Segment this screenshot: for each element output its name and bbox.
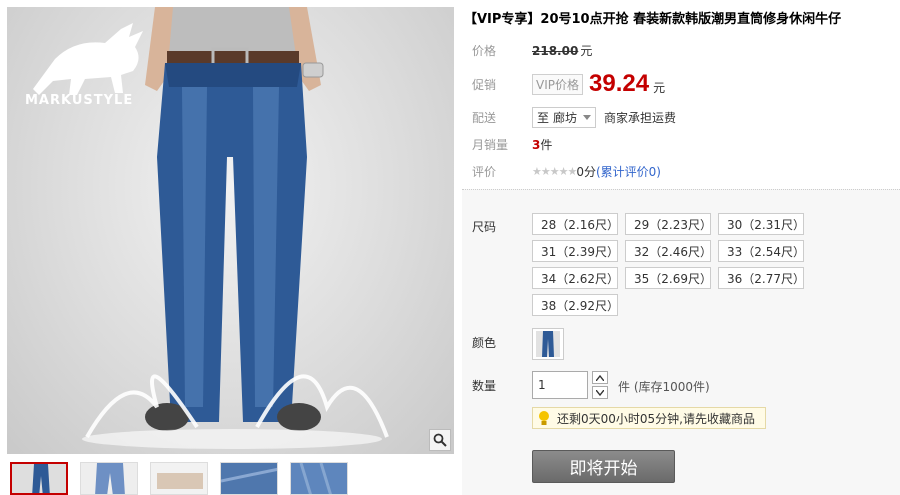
original-price: 218.00 (532, 43, 579, 58)
size-option[interactable]: 32（2.46尺） (625, 240, 712, 262)
rating-label: 评价 (472, 165, 497, 179)
promo-row: 促销 VIP价格 39.24 元 (472, 70, 665, 98)
product-title: 【VIP专享】20号10点开抢 春装新款韩版潮男直筒修身休闲牛仔 (464, 12, 842, 27)
monthly-sales-row: 月销量 3 件 (472, 136, 552, 153)
rating-score: 0分 (576, 165, 596, 179)
size-label: 尺码 (472, 220, 497, 234)
coming-soon-button[interactable]: 即将开始 (532, 450, 675, 483)
promo-label: 促销 (472, 77, 497, 92)
monthly-sales-label: 月销量 (472, 138, 509, 152)
color-swatch-blue-jeans[interactable] (532, 328, 564, 360)
price-label: 价格 (472, 44, 497, 58)
countdown-text: 还剩0天00小时05分钟,请先收藏商品 (557, 411, 755, 426)
vip-price-tag: VIP价格 (532, 73, 583, 95)
thumbnail-4[interactable] (220, 462, 278, 495)
size-option[interactable]: 38（2.92尺） (532, 294, 619, 316)
delivery-label: 配送 (472, 111, 497, 125)
shipping-note: 商家承担运费 (604, 111, 677, 125)
promo-price: 39.24 (589, 70, 650, 97)
lightbulb-icon (539, 411, 549, 425)
thumbnail-3[interactable] (150, 462, 208, 495)
brand-name: MARKUSTYLE (25, 93, 134, 108)
monthly-sales-value: 3 (532, 137, 541, 152)
jeans-thumbnail-icon (536, 331, 560, 357)
quantity-decrease-button[interactable] (592, 386, 608, 399)
thumbnail-1[interactable] (10, 462, 68, 495)
thumbnail-5[interactable] (290, 462, 348, 495)
size-option[interactable]: 36（2.77尺） (718, 267, 805, 289)
delivery-city: 廊坊 (553, 111, 578, 125)
quantity-stock-info: 件 (库存1000件) (618, 380, 710, 394)
rating-stars-icon: ★★★★★ (532, 165, 577, 178)
currency-unit: 元 (580, 44, 593, 58)
main-product-image[interactable]: MARKUSTYLE (7, 7, 454, 454)
quantity-increase-button[interactable] (592, 371, 608, 384)
zoom-button[interactable] (429, 429, 451, 451)
rating-row: 评价 ★★★★★ 0分 (累计评价0) (472, 163, 661, 180)
review-count-link[interactable]: (累计评价0) (596, 163, 661, 180)
chevron-down-icon (583, 115, 592, 120)
size-option[interactable]: 33（2.54尺） (718, 240, 805, 262)
quantity-input[interactable] (532, 371, 588, 399)
chevron-up-icon (596, 374, 604, 381)
thumbnail-2[interactable] (80, 462, 138, 495)
purchase-options-panel: 尺码 28（2.16尺） 29（2.23尺） 30（2.31尺） 31（2.39… (462, 189, 900, 495)
delivery-prefix: 至 (537, 111, 550, 125)
quantity-label: 数量 (472, 379, 497, 393)
size-option[interactable]: 35（2.69尺） (625, 267, 712, 289)
size-option[interactable]: 28（2.16尺） (532, 213, 619, 235)
countdown-notice: 还剩0天00小时05分钟,请先收藏商品 (532, 407, 766, 429)
size-option[interactable]: 34（2.62尺） (532, 267, 619, 289)
price-row: 价格 218.00 元 (472, 42, 592, 59)
color-label: 颜色 (472, 336, 497, 350)
chevron-down-icon (596, 389, 604, 396)
delivery-row: 配送 至 廊坊 商家承担运费 (472, 107, 676, 128)
delivery-location-select[interactable]: 至 廊坊 (532, 107, 597, 128)
size-option[interactable]: 31（2.39尺） (532, 240, 619, 262)
monthly-sales-unit: 件 (540, 138, 553, 152)
promo-currency-unit: 元 (653, 80, 666, 95)
size-option[interactable]: 29（2.23尺） (625, 213, 712, 235)
magnifier-icon (433, 433, 447, 447)
size-option[interactable]: 30（2.31尺） (718, 213, 805, 235)
